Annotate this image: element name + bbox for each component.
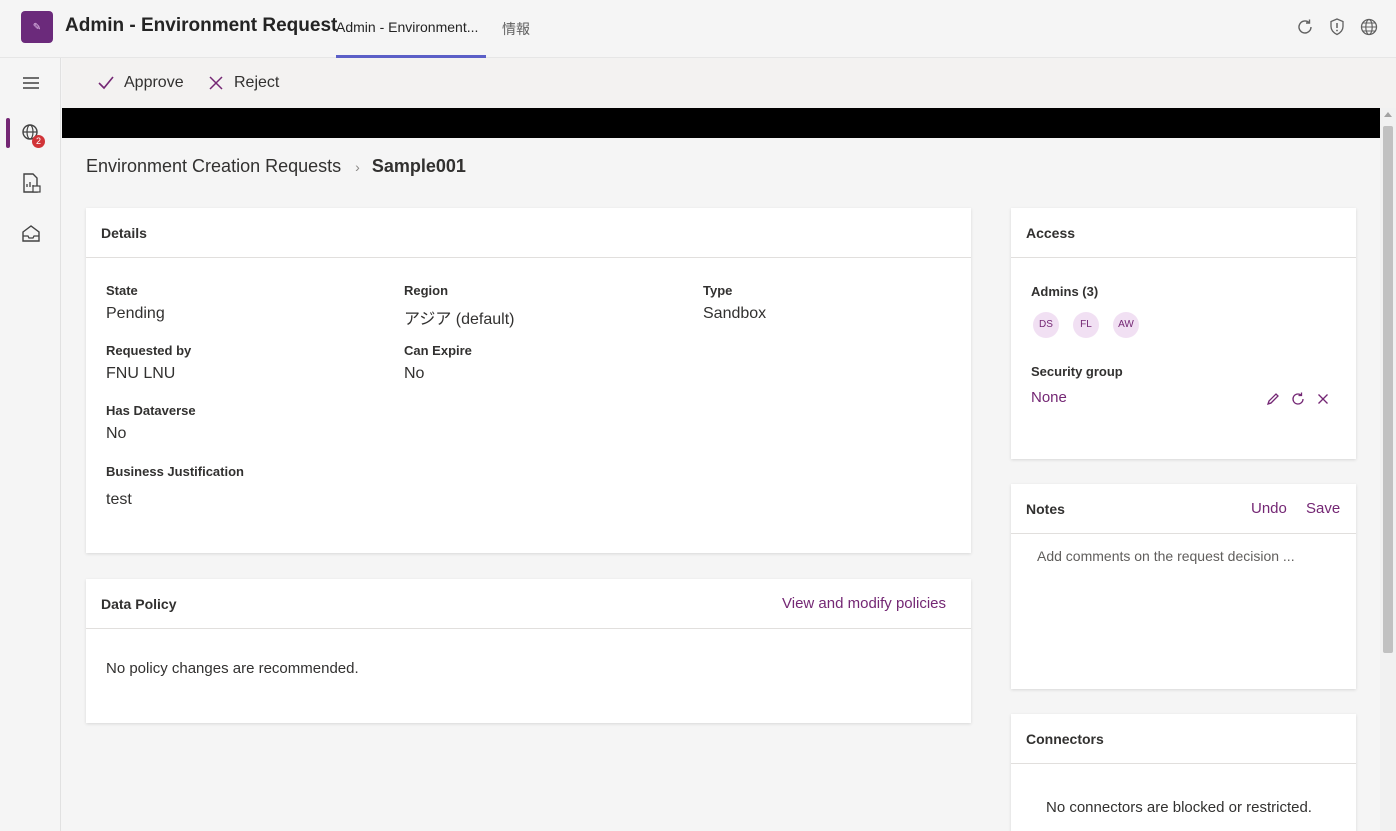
vertical-scrollbar[interactable] <box>1380 108 1396 831</box>
data-policy-title: Data Policy <box>101 596 177 612</box>
has-dataverse-label: Has Dataverse <box>106 403 196 418</box>
edit-pencil-icon[interactable] <box>1265 391 1281 407</box>
security-group-value[interactable]: None <box>1031 389 1067 406</box>
hamburger-menu-icon[interactable] <box>18 70 44 96</box>
justification-value: test <box>106 491 132 508</box>
type-value: Sandbox <box>703 305 767 322</box>
reject-label: Reject <box>234 74 280 91</box>
notes-input[interactable]: Add comments on the request decision ... <box>1037 548 1295 564</box>
scrollbar-thumb[interactable] <box>1383 126 1393 653</box>
banner-bar <box>62 108 1380 138</box>
breadcrumb-current: Sample001 <box>371 156 466 176</box>
access-title: Access <box>1026 225 1076 241</box>
tab-info[interactable]: 情報 <box>502 19 530 58</box>
command-bar: Approve Reject <box>62 58 1396 108</box>
data-policy-message: No policy changes are recommended. <box>106 660 359 677</box>
app-logo-icon: ✎ <box>21 11 53 43</box>
state-label: State <box>106 283 138 298</box>
has-dataverse-value: No <box>106 425 127 442</box>
avatar[interactable]: FL <box>1073 312 1099 338</box>
app-title: Admin - Environment Request <box>65 15 338 36</box>
notes-title: Notes <box>1026 501 1065 517</box>
notes-card: Notes Undo Save Add comments on the requ… <box>1011 484 1356 689</box>
reset-icon[interactable] <box>1290 391 1306 407</box>
scroll-up-arrow-icon[interactable] <box>1384 112 1392 117</box>
connectors-message: No connectors are blocked or restricted. <box>1046 799 1312 816</box>
breadcrumb-root[interactable]: Environment Creation Requests <box>86 156 341 177</box>
approve-button[interactable]: Approve <box>96 73 184 93</box>
checkmark-icon <box>98 76 114 90</box>
region-label: Region <box>404 283 449 298</box>
security-group-label: Security group <box>1031 364 1123 379</box>
refresh-icon[interactable] <box>1295 17 1315 37</box>
connectors-title: Connectors <box>1026 731 1104 747</box>
inbox-icon[interactable] <box>18 220 44 246</box>
details-title: Details <box>101 225 147 241</box>
approve-label: Approve <box>124 74 184 91</box>
main-content: Environment Creation Requests › Sample00… <box>62 138 1380 831</box>
requested-by-label: Requested by <box>106 343 192 358</box>
region-value: アジア (default) <box>404 311 515 328</box>
can-expire-value: No <box>404 365 425 382</box>
reject-button[interactable]: Reject <box>206 73 279 93</box>
notification-badge: 2 <box>32 135 45 148</box>
details-card: Details State Pending Region アジア (defaul… <box>86 208 971 553</box>
type-label: Type <box>703 283 733 298</box>
close-icon <box>209 76 223 90</box>
justification-label: Business Justification <box>106 464 244 479</box>
access-card: Access Admins (3) DS FL AW Security grou… <box>1011 208 1356 459</box>
undo-button[interactable]: Undo <box>1251 500 1287 517</box>
view-modify-policies-link[interactable]: View and modify policies <box>782 595 946 612</box>
report-lock-icon[interactable] <box>18 170 44 196</box>
left-rail: 2 <box>0 58 61 831</box>
chevron-right-icon: › <box>355 158 360 175</box>
data-policy-card: Data Policy View and modify policies No … <box>86 579 971 723</box>
can-expire-label: Can Expire <box>404 343 472 358</box>
breadcrumb: Environment Creation Requests › Sample00… <box>86 156 466 177</box>
requested-by-value: FNU LNU <box>106 365 176 382</box>
state-value: Pending <box>106 305 165 322</box>
shield-icon[interactable] <box>1327 17 1347 37</box>
connectors-card: Connectors No connectors are blocked or … <box>1011 714 1356 831</box>
avatar[interactable]: AW <box>1113 312 1139 338</box>
app-header: ✎ Admin - Environment Request Admin - En… <box>0 0 1396 58</box>
admins-label: Admins (3) <box>1031 284 1099 299</box>
avatar[interactable]: DS <box>1033 312 1059 338</box>
save-button[interactable]: Save <box>1306 500 1340 517</box>
remove-icon[interactable] <box>1316 392 1330 406</box>
tab-admin-environment[interactable]: Admin - Environment... <box>336 19 486 58</box>
rail-active-indicator <box>6 118 10 148</box>
globe-icon[interactable] <box>1359 17 1379 37</box>
